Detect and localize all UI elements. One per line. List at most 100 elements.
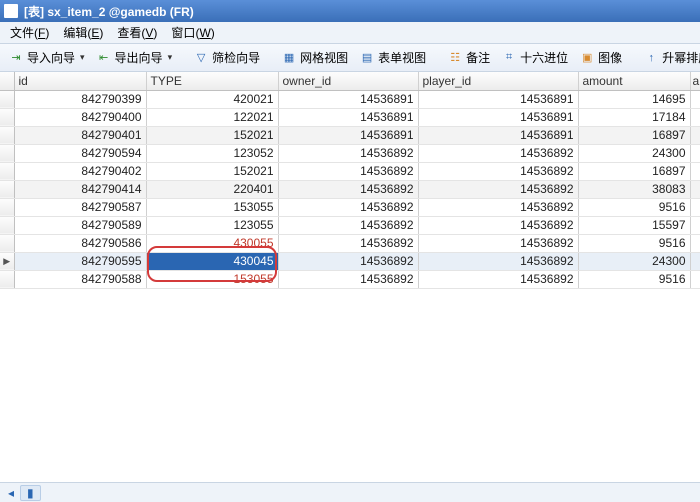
col-extra[interactable]: a	[690, 72, 700, 90]
col-type[interactable]: TYPE	[146, 72, 278, 90]
import-wizard-button[interactable]: ⇥导入向导▾	[4, 46, 90, 69]
table-row[interactable]: 84279058815305514536892145368929516	[0, 270, 700, 288]
cell[interactable]: 14536892	[278, 270, 418, 288]
cell[interactable]: 14536891	[418, 126, 578, 144]
memo-button[interactable]: ☷备注	[443, 46, 495, 69]
cell[interactable]: 14536892	[418, 180, 578, 198]
cell[interactable]: 430045	[146, 252, 278, 270]
cell[interactable]	[690, 108, 700, 126]
cell[interactable]: 123052	[146, 144, 278, 162]
cell[interactable]	[690, 234, 700, 252]
hex-button[interactable]: ⌗十六进位	[497, 46, 573, 69]
menu-edit[interactable]: 编辑(E)	[57, 22, 109, 43]
cell[interactable]	[690, 216, 700, 234]
col-owner[interactable]: owner_id	[278, 72, 418, 90]
cell[interactable]: 38083	[578, 180, 690, 198]
cell[interactable]	[690, 144, 700, 162]
table-row[interactable]: 842790400122021145368911453689117184	[0, 108, 700, 126]
cell[interactable]: 14536892	[278, 144, 418, 162]
col-amount[interactable]: amount	[578, 72, 690, 90]
cell[interactable]: 430055	[146, 234, 278, 252]
cell[interactable]: 842790401	[14, 126, 146, 144]
filter-wizard-button[interactable]: ▽筛检向导	[189, 46, 265, 69]
nav-prev-button[interactable]: ◂	[6, 486, 16, 500]
cell[interactable]: 15597	[578, 216, 690, 234]
col-player[interactable]: player_id	[418, 72, 578, 90]
cell[interactable]	[690, 252, 700, 270]
cell[interactable]: 14536892	[278, 252, 418, 270]
cell[interactable]: 9516	[578, 198, 690, 216]
cell[interactable]: 842790586	[14, 234, 146, 252]
cell[interactable]: 14536892	[418, 144, 578, 162]
col-id[interactable]: id	[14, 72, 146, 90]
cell[interactable]: 842790400	[14, 108, 146, 126]
cell[interactable]: 153055	[146, 198, 278, 216]
cell[interactable]	[690, 180, 700, 198]
table-row[interactable]: ▶842790595430045145368921453689224300	[0, 252, 700, 270]
image-button[interactable]: ▣图像	[575, 46, 627, 69]
cell[interactable]: 24300	[578, 252, 690, 270]
cell[interactable]: 842790414	[14, 180, 146, 198]
cell[interactable]: 152021	[146, 126, 278, 144]
cell[interactable]: 420021	[146, 90, 278, 108]
menu-window[interactable]: 窗口(W)	[165, 22, 220, 43]
cell[interactable]: 122021	[146, 108, 278, 126]
table-row[interactable]: 842790402152021145368921453689216897	[0, 162, 700, 180]
cell[interactable]: 842790587	[14, 198, 146, 216]
table-row[interactable]: 842790399420021145368911453689114695	[0, 90, 700, 108]
sort-asc-icon: ↑	[644, 51, 658, 65]
export-wizard-button[interactable]: ⇤导出向导▾	[92, 46, 178, 69]
cell[interactable]: 16897	[578, 162, 690, 180]
cell[interactable]: 17184	[578, 108, 690, 126]
cell[interactable]: 14536892	[418, 252, 578, 270]
cell[interactable]: 14536892	[418, 216, 578, 234]
cell[interactable]: 14536891	[278, 90, 418, 108]
cell[interactable]: 842790588	[14, 270, 146, 288]
cell[interactable]: 220401	[146, 180, 278, 198]
cell[interactable]: 14536891	[418, 108, 578, 126]
cell[interactable]: 14536892	[418, 270, 578, 288]
cell[interactable]: 14536892	[278, 162, 418, 180]
cell[interactable]	[690, 270, 700, 288]
cell[interactable]: 14695	[578, 90, 690, 108]
cell[interactable]: 842790399	[14, 90, 146, 108]
table-row[interactable]: 842790401152021145368911453689116897	[0, 126, 700, 144]
cell[interactable]	[690, 162, 700, 180]
cell[interactable]	[690, 90, 700, 108]
cell[interactable]: 14536892	[278, 234, 418, 252]
cell[interactable]: 153055	[146, 270, 278, 288]
cell[interactable]: 123055	[146, 216, 278, 234]
table-row[interactable]: 842790594123052145368921453689224300	[0, 144, 700, 162]
cell[interactable]: 14536892	[278, 198, 418, 216]
table-row[interactable]: 84279058715305514536892145368929516	[0, 198, 700, 216]
table-row[interactable]: 84279058643005514536892145368929516	[0, 234, 700, 252]
table-row[interactable]: 842790589123055145368921453689215597	[0, 216, 700, 234]
cell[interactable]: 842790589	[14, 216, 146, 234]
cell[interactable]	[690, 126, 700, 144]
menu-view[interactable]: 查看(V)	[111, 22, 163, 43]
cell[interactable]: 14536892	[418, 234, 578, 252]
table-row[interactable]: 842790414220401145368921453689238083	[0, 180, 700, 198]
cell[interactable]: 14536892	[418, 198, 578, 216]
cell[interactable]: 9516	[578, 270, 690, 288]
menu-file[interactable]: 文件(F)	[4, 22, 55, 43]
cell[interactable]: 842790594	[14, 144, 146, 162]
cell[interactable]: 14536891	[278, 126, 418, 144]
cell[interactable]: 14536892	[278, 216, 418, 234]
data-grid[interactable]: id TYPE owner_id player_id amount a 8427…	[0, 72, 700, 482]
nav-page-button[interactable]: ▮	[20, 485, 41, 501]
cell[interactable]: 14536892	[278, 180, 418, 198]
cell[interactable]: 16897	[578, 126, 690, 144]
grid-view-button[interactable]: ▦网格视图	[277, 46, 353, 69]
form-view-button[interactable]: ▤表单视图	[355, 46, 431, 69]
cell[interactable]: 152021	[146, 162, 278, 180]
cell[interactable]: 24300	[578, 144, 690, 162]
cell[interactable]: 14536892	[418, 162, 578, 180]
cell[interactable]: 842790402	[14, 162, 146, 180]
cell[interactable]: 14536891	[278, 108, 418, 126]
cell[interactable]	[690, 198, 700, 216]
cell[interactable]: 14536891	[418, 90, 578, 108]
sort-asc-button[interactable]: ↑升幂排序	[639, 46, 700, 69]
cell[interactable]: 842790595	[14, 252, 146, 270]
cell[interactable]: 9516	[578, 234, 690, 252]
